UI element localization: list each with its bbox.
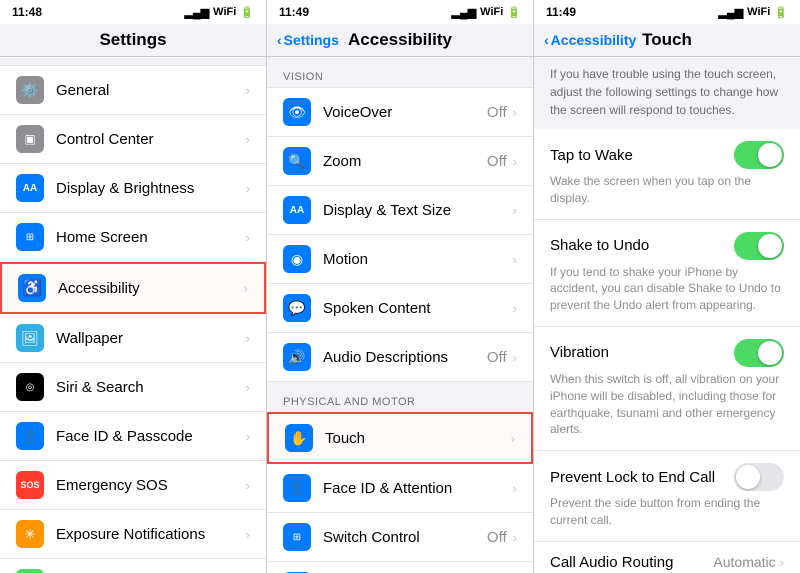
toggle-knob [736,465,760,489]
nav-bar-2: ‹ Settings Accessibility [267,24,533,57]
nav-bar-3: ‹ Accessibility Touch [534,24,800,57]
nav-back-label-2: Settings [284,32,339,48]
tap-to-wake-label: Tap to Wake [550,147,633,164]
shake-undo-desc: If you tend to shake your iPhone by acci… [550,264,784,314]
touch-top-description: If you have trouble using the touch scre… [534,57,800,129]
motion-icon: ◉ [283,245,311,273]
battery-icon: 🔋 [16,569,44,573]
nav-back-2[interactable]: ‹ Settings [277,32,339,48]
list-item-audio-desc[interactable]: 🔊 Audio Descriptions Off › [267,333,533,382]
list-item-siri[interactable]: ◎ Siri & Search › [0,363,266,412]
audio-desc-icon: 🔊 [283,343,311,371]
list-item-voice-control[interactable]: 🎤 Voice Control Off › [267,562,533,573]
list-item-motion[interactable]: ◉ Motion › [267,235,533,284]
wallpaper-icon: 🖼 [16,324,44,352]
panel2-title: Accessibility [348,30,452,49]
vibration-label: Vibration [550,344,609,361]
status-bar-1: 11:48 ▂▄▆ WiFi 🔋 [0,0,266,24]
zoom-icon: 🔍 [283,147,311,175]
vibration-toggle[interactable] [734,339,784,367]
display-icon: AA [16,174,44,202]
tap-to-wake-toggle[interactable] [734,141,784,169]
list-item-wallpaper[interactable]: 🖼 Wallpaper › [0,314,266,363]
switch-control-icon: ⊞ [283,523,311,551]
touch-settings[interactable]: If you have trouble using the touch scre… [534,57,800,573]
panel2-accessibility: 11:49 ▂▄▆ WiFi 🔋 ‹ Settings Accessibilit… [267,0,534,573]
siri-icon: ◎ [16,373,44,401]
faceid-attention-icon: 👤 [283,474,311,502]
prevent-lock-label: Prevent Lock to End Call [550,469,715,486]
general-icon: ⚙️ [16,76,44,104]
section-physical: PHYSICAL AND MOTOR [267,382,533,412]
list-item-display[interactable]: AA Display & Brightness › [0,164,266,213]
home-screen-icon: ⊞ [16,223,44,251]
accessibility-icon: ♿ [18,274,46,302]
touch-item-tap-to-wake[interactable]: Tap to Wake Wake the screen when you tap… [534,129,800,220]
nav-back-3[interactable]: ‹ Accessibility [544,32,636,48]
faceid-icon: 👤 [16,422,44,450]
panel3-title: Touch [642,30,692,49]
nav-bar-1: Settings [0,24,266,57]
touch-item-shake-undo[interactable]: Shake to Undo If you tend to shake your … [534,220,800,327]
exposure-icon: ✳ [16,520,44,548]
list-item-spoken[interactable]: 💬 Spoken Content › [267,284,533,333]
call-audio-value: Automatic [713,554,775,570]
touch-item-call-audio[interactable]: Call Audio Routing Automatic › Call audi… [534,542,800,573]
status-bar-2: 11:49 ▂▄▆ WiFi 🔋 [267,0,533,24]
panel1-title: Settings [99,30,166,49]
list-item-sos[interactable]: SOS Emergency SOS › [0,461,266,510]
list-item-touch[interactable]: ✋ Touch › [267,412,533,464]
status-icons-1: ▂▄▆ WiFi 🔋 [184,6,254,19]
display-text-icon: AA [283,196,311,224]
touch-item-prevent-lock[interactable]: Prevent Lock to End Call Prevent the sid… [534,451,800,542]
voiceover-icon: 👁 [283,98,311,126]
list-item-switch-control[interactable]: ⊞ Switch Control Off › [267,513,533,562]
sos-icon: SOS [16,471,44,499]
panel3-touch: 11:49 ▂▄▆ WiFi 🔋 ‹ Accessibility Touch I… [534,0,800,573]
prevent-lock-toggle[interactable] [734,463,784,491]
status-icons-2: ▂▄▆ WiFi 🔋 [451,6,521,19]
shake-undo-label: Shake to Undo [550,237,649,254]
toggle-knob [758,341,782,365]
spoken-icon: 💬 [283,294,311,322]
touch-item-vibration[interactable]: Vibration When this switch is off, all v… [534,327,800,451]
list-item-home-screen[interactable]: ⊞ Home Screen › [0,213,266,262]
list-item-battery[interactable]: 🔋 Battery › [0,559,266,573]
list-item-exposure[interactable]: ✳ Exposure Notifications › [0,510,266,559]
time-1: 11:48 [12,5,42,19]
list-item-accessibility[interactable]: ♿ Accessibility › [0,262,266,314]
section-vision: VISION [267,57,533,87]
list-item-display-text[interactable]: AA Display & Text Size › [267,186,533,235]
vibration-desc: When this switch is off, all vibration o… [550,371,784,438]
list-item-zoom[interactable]: 🔍 Zoom Off › [267,137,533,186]
settings-list-2[interactable]: VISION 👁 VoiceOver Off › 🔍 Zoom Off › AA… [267,57,533,573]
time-3: 11:49 [546,5,576,19]
list-item-control-center[interactable]: ▣ Control Center › [0,115,266,164]
list-item-general[interactable]: ⚙️ General › [0,65,266,115]
list-item-faceid[interactable]: 👤 Face ID & Passcode › [0,412,266,461]
status-bar-3: 11:49 ▂▄▆ WiFi 🔋 [534,0,800,24]
panel1-settings: 11:48 ▂▄▆ WiFi 🔋 Settings ⚙️ General › ▣… [0,0,267,573]
nav-back-label-3: Accessibility [551,32,637,48]
toggle-knob [758,234,782,258]
toggle-knob [758,143,782,167]
control-center-icon: ▣ [16,125,44,153]
prevent-lock-desc: Prevent the side button from ending the … [550,495,784,529]
list-item-faceid-attention[interactable]: 👤 Face ID & Attention › [267,464,533,513]
shake-undo-toggle[interactable] [734,232,784,260]
status-icons-3: ▂▄▆ WiFi 🔋 [718,6,788,19]
time-2: 11:49 [279,5,309,19]
touch-icon: ✋ [285,424,313,452]
tap-to-wake-desc: Wake the screen when you tap on the disp… [550,173,784,207]
call-audio-label: Call Audio Routing [550,554,673,571]
list-item-voiceover[interactable]: 👁 VoiceOver Off › [267,87,533,137]
settings-list-1[interactable]: ⚙️ General › ▣ Control Center › AA Displ… [0,57,266,573]
